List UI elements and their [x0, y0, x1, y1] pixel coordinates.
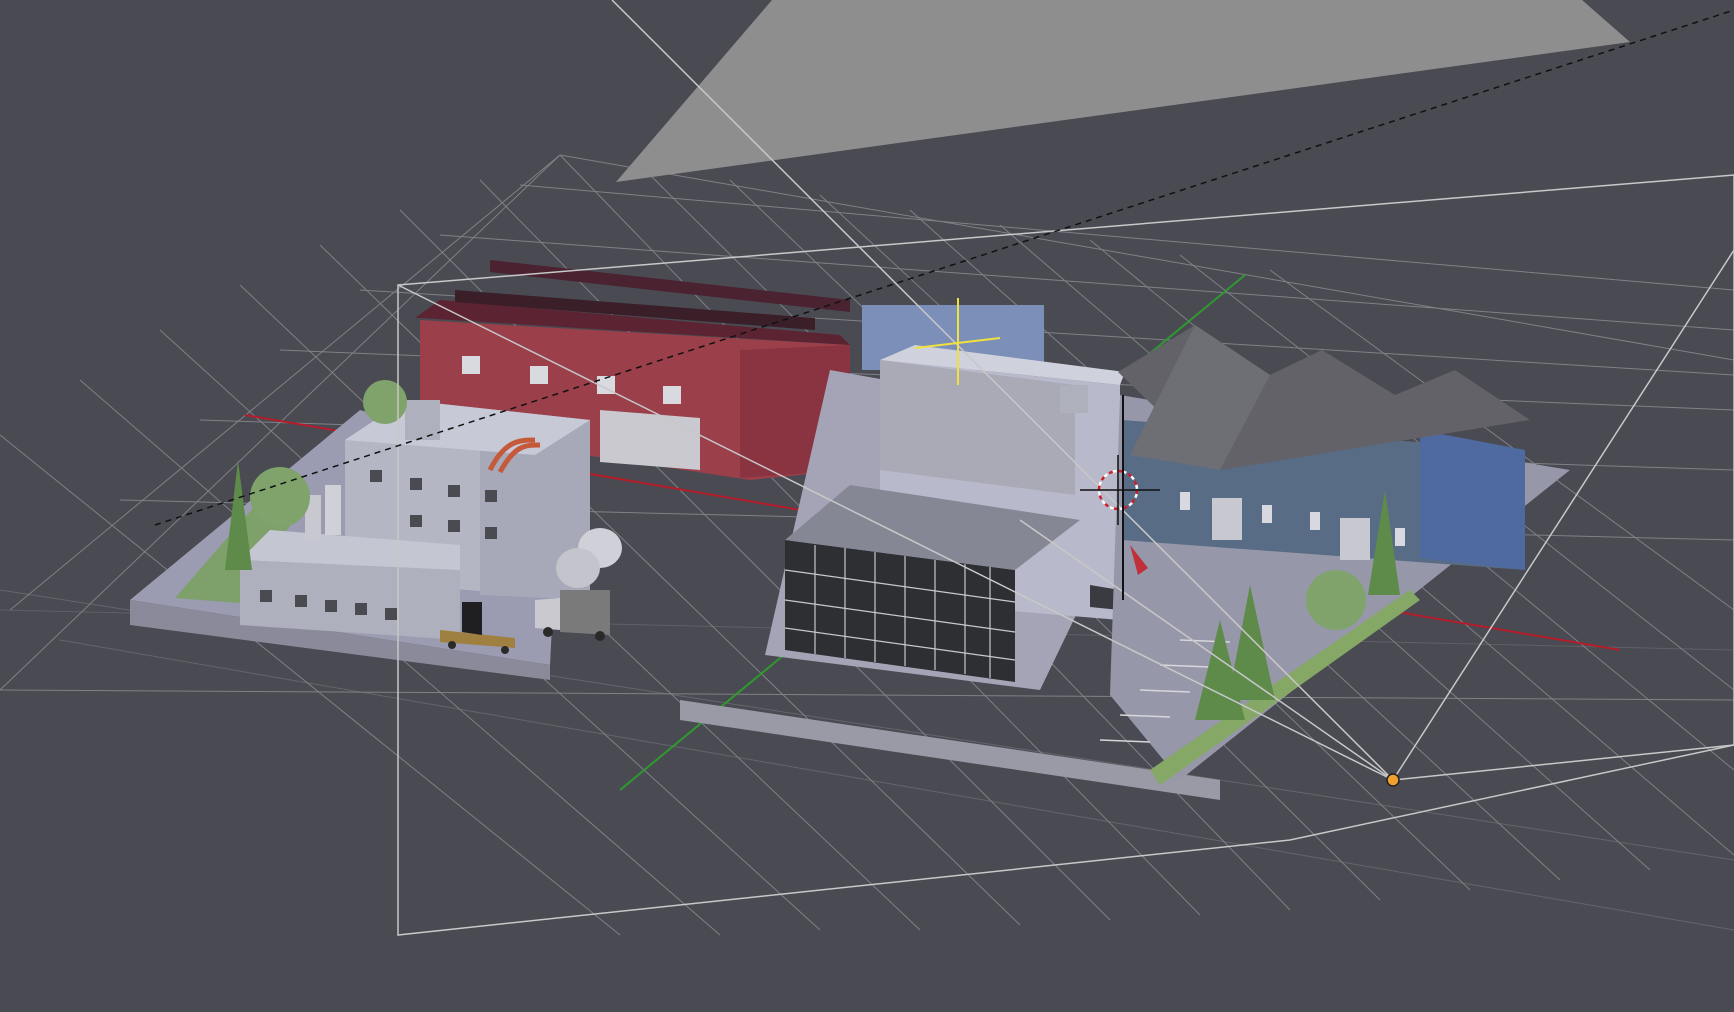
lamp-origin-dot[interactable] — [1386, 773, 1400, 787]
blue-factory[interactable] — [1118, 325, 1530, 570]
sun-lamp-plane[interactable] — [616, 0, 1630, 182]
3d-viewport[interactable] — [0, 0, 1734, 1012]
viewport-canvas[interactable] — [0, 0, 1734, 1012]
